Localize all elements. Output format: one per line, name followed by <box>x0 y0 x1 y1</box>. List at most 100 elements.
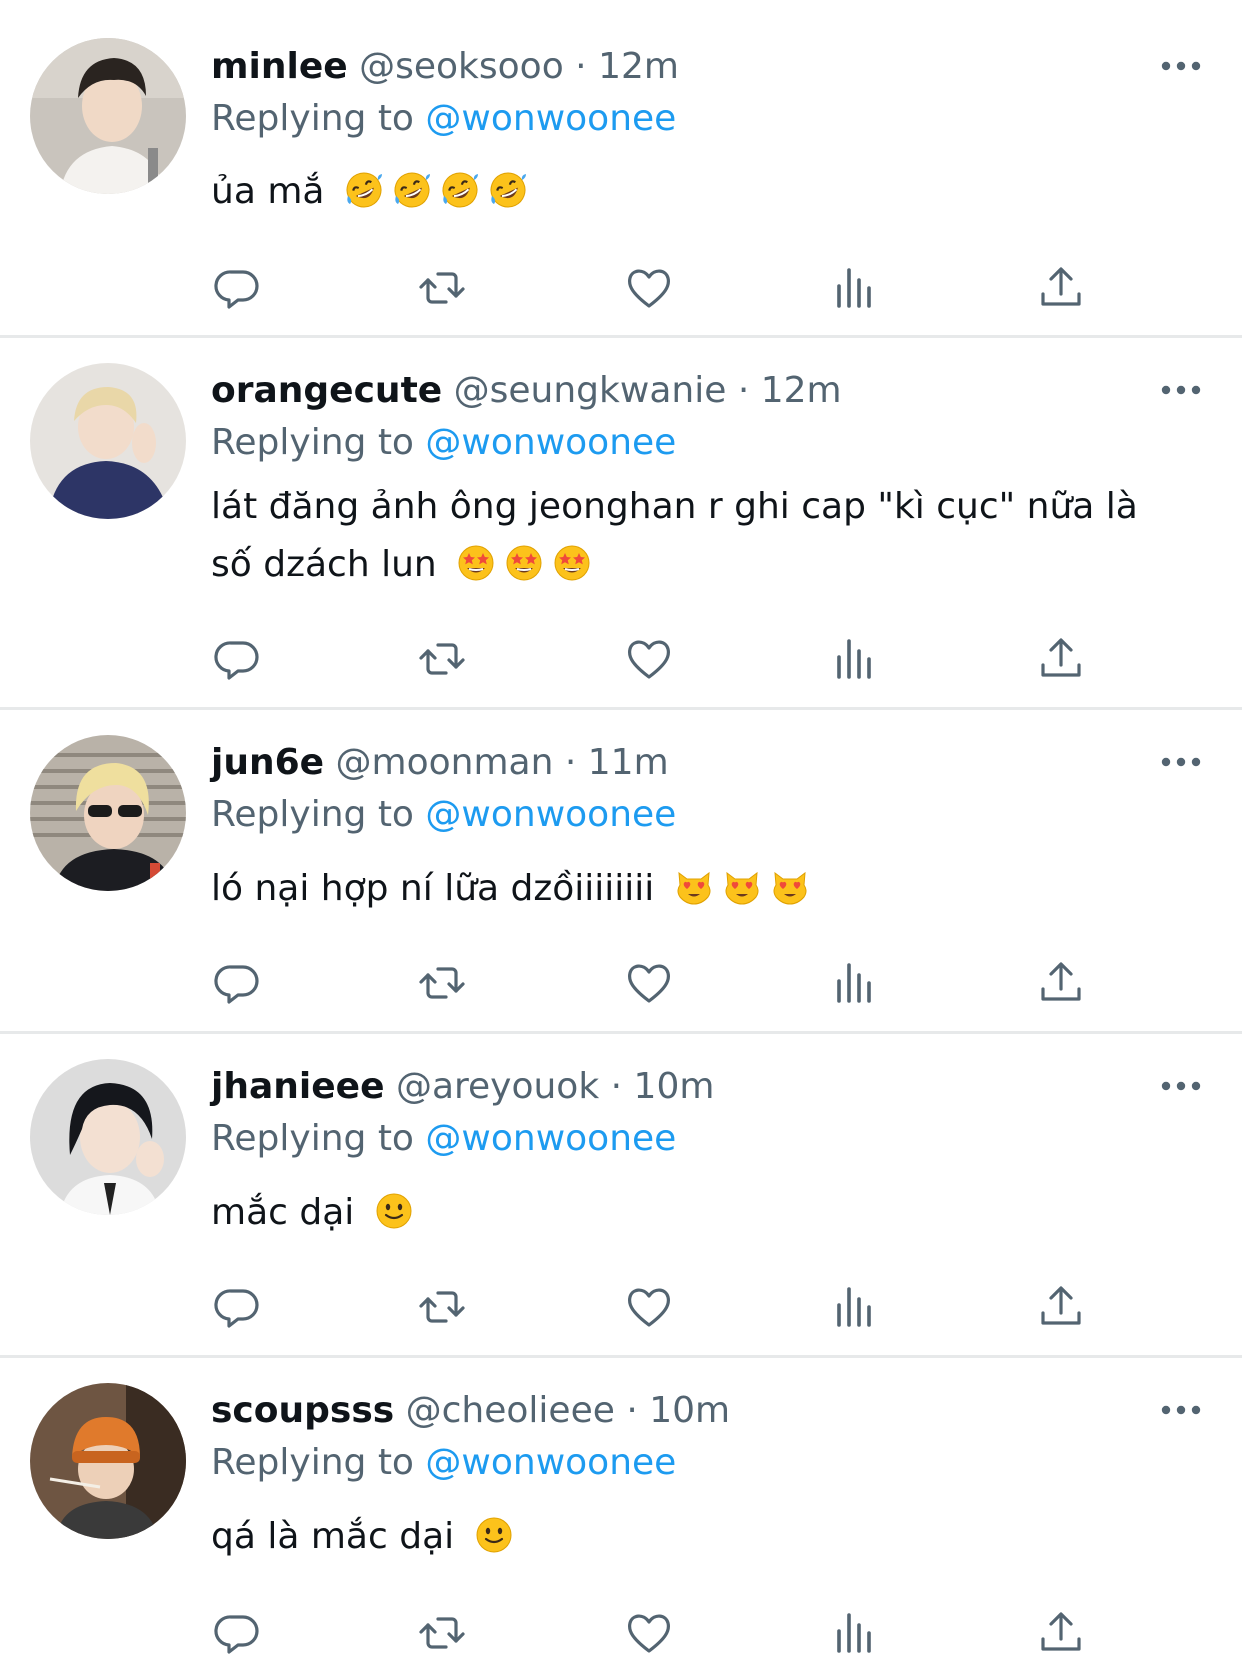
avatar-photo <box>30 1059 186 1215</box>
tweet-actions <box>0 262 1242 314</box>
star-struck-emoji <box>456 543 496 583</box>
star-struck-emoji <box>552 543 592 583</box>
more-options-icon[interactable] <box>1158 750 1204 774</box>
tweet-actions <box>0 633 1242 685</box>
retweet-icon[interactable] <box>416 633 468 685</box>
tweet-text: mắc dại <box>211 1184 1181 1243</box>
user-handle[interactable]: @seungkwanie <box>454 370 727 411</box>
tweet-actions <box>0 1281 1242 1333</box>
views-icon[interactable] <box>830 957 882 1009</box>
tweet-1[interactable]: minlee @seoksooo · 12m Replying to @wonw… <box>0 0 1242 337</box>
avatar[interactable] <box>30 38 186 194</box>
retweet-icon[interactable] <box>416 262 468 314</box>
share-icon[interactable] <box>1035 1607 1087 1659</box>
tweet-actions <box>0 1607 1242 1659</box>
star-struck-emoji <box>504 543 544 583</box>
separator-dot: · <box>737 370 750 411</box>
timestamp[interactable]: 10m <box>634 1066 715 1107</box>
avatar-photo <box>30 38 186 194</box>
separator-dot: · <box>564 742 577 783</box>
views-icon[interactable] <box>830 1281 882 1333</box>
views-icon[interactable] <box>830 262 882 314</box>
emoji-group <box>448 537 592 595</box>
replying-to-label: Replying to <box>211 1118 414 1159</box>
replying-to: Replying to @wonwoonee <box>211 96 676 142</box>
retweet-icon[interactable] <box>416 957 468 1009</box>
rolling-on-floor-laughing-emoji <box>488 170 528 210</box>
replying-to-label: Replying to <box>211 98 414 139</box>
replying-to: Replying to @wonwoonee <box>211 1116 676 1162</box>
mention-link[interactable]: @wonwoonee <box>425 98 676 139</box>
rolling-on-floor-laughing-emoji <box>344 170 384 210</box>
more-options-icon[interactable] <box>1158 378 1204 402</box>
separator-dot: · <box>610 1066 623 1107</box>
retweet-icon[interactable] <box>416 1281 468 1333</box>
share-icon[interactable] <box>1035 957 1087 1009</box>
replying-to-label: Replying to <box>211 794 414 835</box>
user-handle[interactable]: @areyouok <box>396 1066 599 1107</box>
tweet-4[interactable]: jhanieee @areyouok · 10m Replying to @wo… <box>0 1034 1242 1356</box>
user-handle[interactable]: @cheolieee <box>406 1390 615 1431</box>
separator-dot: · <box>626 1390 638 1431</box>
tweet-5[interactable]: scoupsss @cheolieee · 10m Replying to @w… <box>0 1358 1242 1680</box>
timestamp[interactable]: 11m <box>588 742 669 783</box>
reply-icon[interactable] <box>211 1281 263 1333</box>
like-icon[interactable] <box>623 633 675 685</box>
mention-link[interactable]: @wonwoonee <box>425 1118 676 1159</box>
avatar-photo <box>30 735 186 891</box>
user-handle[interactable]: @seoksooo <box>359 46 564 87</box>
share-icon[interactable] <box>1035 262 1087 314</box>
retweet-icon[interactable] <box>416 1607 468 1659</box>
reply-icon[interactable] <box>211 262 263 314</box>
avatar[interactable] <box>30 1059 186 1215</box>
more-options-icon[interactable] <box>1158 1074 1204 1098</box>
views-icon[interactable] <box>830 1607 882 1659</box>
display-name[interactable]: scoupsss <box>211 1390 394 1431</box>
tweet-header: jhanieee @areyouok · 10m <box>211 1064 714 1110</box>
avatar[interactable] <box>30 735 186 891</box>
emoji-group <box>366 1185 414 1243</box>
tweet-text-body: ủa mắ <box>211 171 325 212</box>
replying-to: Replying to @wonwoonee <box>211 1440 676 1486</box>
display-name[interactable]: jun6e <box>211 742 324 783</box>
emoji-group <box>666 861 810 919</box>
tweet-header: scoupsss @cheolieee · 10m <box>211 1388 730 1434</box>
like-icon[interactable] <box>623 1281 675 1333</box>
timestamp[interactable]: 10m <box>649 1390 730 1431</box>
replying-to: Replying to @wonwoonee <box>211 420 676 466</box>
tweet-2[interactable]: orangecute @seungkwanie · 12m Replying t… <box>0 338 1242 710</box>
tweet-header: jun6e @moonman · 11m <box>211 740 669 786</box>
reply-icon[interactable] <box>211 1607 263 1659</box>
tweet-text: ủa mắ <box>211 163 1181 222</box>
tweet-text: ló nại hợp ní lữa dzồiiiiiiii <box>211 860 1181 919</box>
avatar[interactable] <box>30 363 186 519</box>
mention-link[interactable]: @wonwoonee <box>425 794 676 835</box>
mention-link[interactable]: @wonwoonee <box>425 422 676 463</box>
display-name[interactable]: orangecute <box>211 370 442 411</box>
more-options-icon[interactable] <box>1158 54 1204 78</box>
emoji-group <box>336 164 528 222</box>
tweet-3[interactable]: jun6e @moonman · 11m Replying to @wonwoo… <box>0 710 1242 1032</box>
more-options-icon[interactable] <box>1158 1398 1204 1422</box>
timestamp[interactable]: 12m <box>761 370 842 411</box>
tweet-text-line: số dzách lun <box>211 544 437 585</box>
mention-link[interactable]: @wonwoonee <box>425 1442 676 1483</box>
user-handle[interactable]: @moonman <box>336 742 554 783</box>
like-icon[interactable] <box>623 1607 675 1659</box>
tweet-header: orangecute @seungkwanie · 12m <box>211 368 842 414</box>
share-icon[interactable] <box>1035 633 1087 685</box>
slightly-smiling-face-emoji <box>374 1191 414 1231</box>
reply-icon[interactable] <box>211 957 263 1009</box>
tweet-actions <box>0 957 1242 1009</box>
replying-to: Replying to @wonwoonee <box>211 792 676 838</box>
like-icon[interactable] <box>623 957 675 1009</box>
tweet-text-body: qá là mắc dại <box>211 1516 455 1557</box>
avatar[interactable] <box>30 1383 186 1539</box>
display-name[interactable]: minlee <box>211 46 348 87</box>
reply-icon[interactable] <box>211 633 263 685</box>
display-name[interactable]: jhanieee <box>211 1066 384 1107</box>
like-icon[interactable] <box>623 262 675 314</box>
views-icon[interactable] <box>830 633 882 685</box>
share-icon[interactable] <box>1035 1281 1087 1333</box>
timestamp[interactable]: 12m <box>598 46 679 87</box>
